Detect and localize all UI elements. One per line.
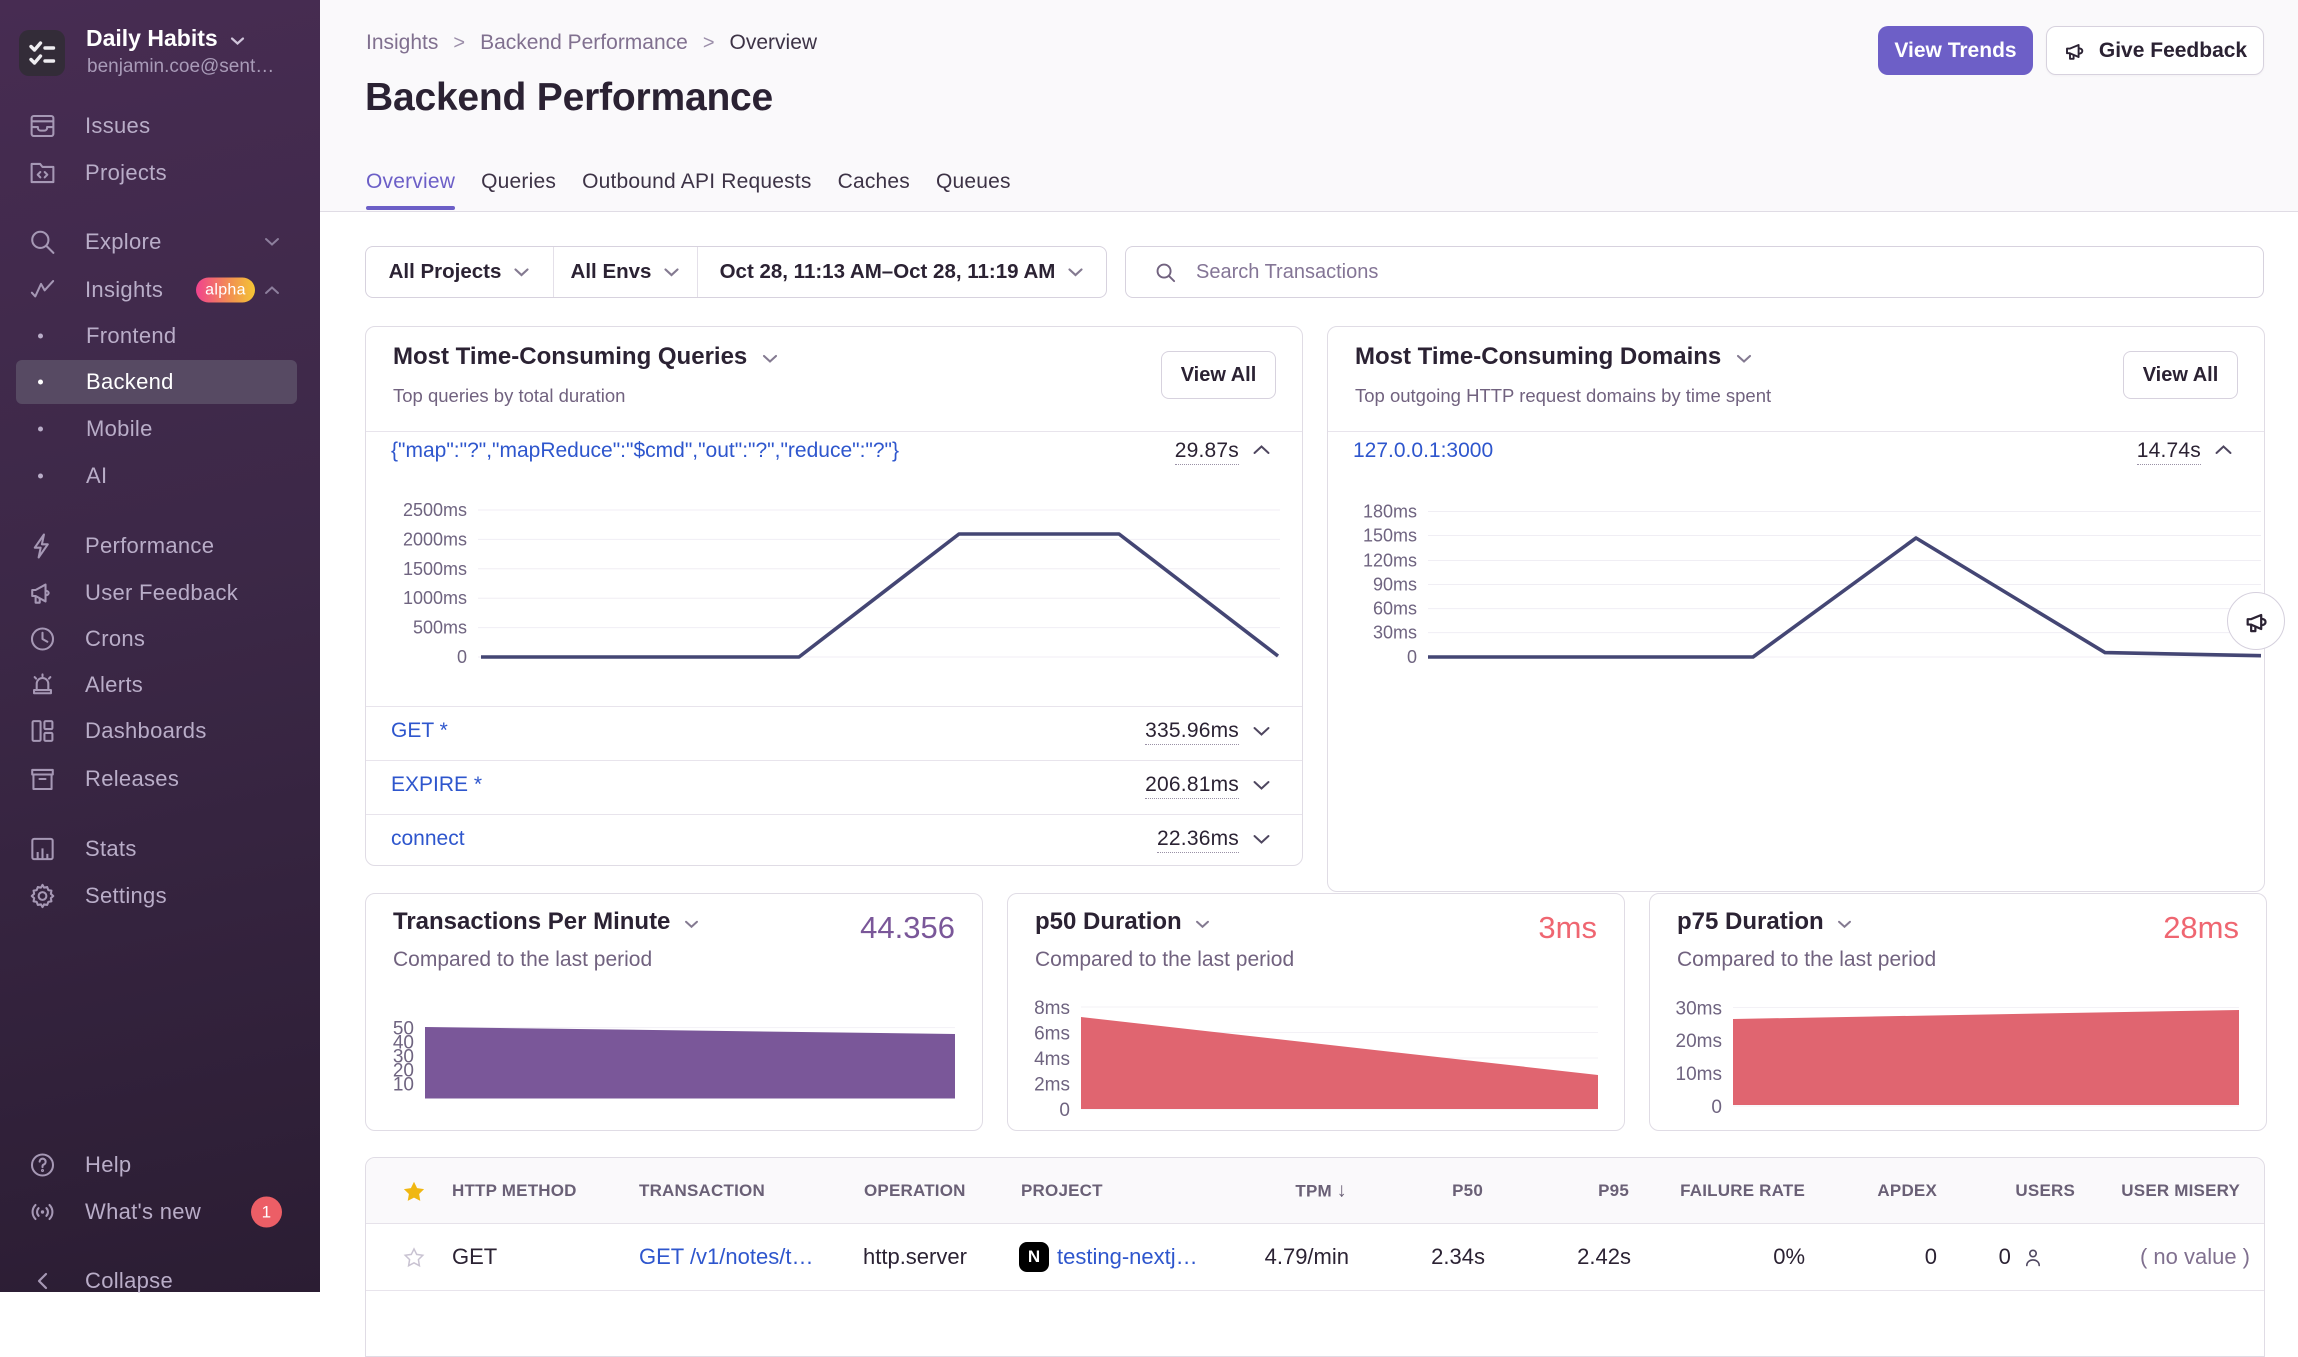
- svg-text:30ms: 30ms: [1373, 623, 1417, 643]
- svg-text:0: 0: [1711, 1097, 1722, 1118]
- svg-text:10: 10: [393, 1075, 414, 1096]
- svg-text:6ms: 6ms: [1034, 1024, 1070, 1045]
- svg-text:30ms: 30ms: [1676, 999, 1722, 1020]
- svg-text:1000ms: 1000ms: [403, 588, 467, 608]
- svg-text:150ms: 150ms: [1363, 526, 1417, 546]
- svg-text:4ms: 4ms: [1034, 1049, 1070, 1070]
- svg-text:20ms: 20ms: [1676, 1031, 1722, 1052]
- svg-text:8ms: 8ms: [1034, 998, 1070, 1019]
- svg-text:0: 0: [457, 647, 467, 667]
- svg-text:2ms: 2ms: [1034, 1075, 1070, 1096]
- svg-text:0: 0: [1407, 647, 1417, 667]
- svg-text:180ms: 180ms: [1363, 502, 1417, 522]
- svg-text:90ms: 90ms: [1373, 575, 1417, 595]
- svg-text:2500ms: 2500ms: [403, 500, 467, 520]
- svg-text:0: 0: [1059, 1100, 1070, 1121]
- svg-text:60ms: 60ms: [1373, 599, 1417, 619]
- svg-text:1500ms: 1500ms: [403, 559, 467, 579]
- svg-text:2000ms: 2000ms: [403, 529, 467, 549]
- svg-text:10ms: 10ms: [1676, 1064, 1722, 1085]
- svg-text:500ms: 500ms: [413, 618, 467, 638]
- svg-text:120ms: 120ms: [1363, 551, 1417, 571]
